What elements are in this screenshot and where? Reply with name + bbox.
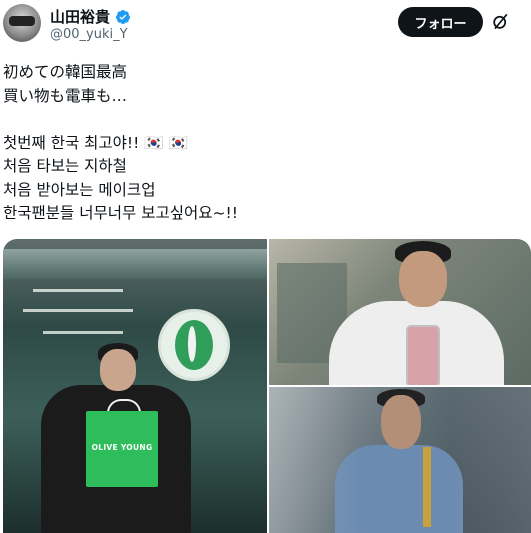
tweet-line: 첫번째 한국 최고야!! 🇰🇷 🇰🇷 bbox=[3, 133, 188, 152]
ceiling-light bbox=[23, 309, 133, 312]
shopping-bag: OLIVE YOUNG bbox=[86, 411, 158, 487]
grok-icon[interactable] bbox=[491, 12, 510, 31]
tweet-text: 初めての韓国最高 買い物も電車も… 첫번째 한국 최고야!! 🇰🇷 🇰🇷 처음 … bbox=[3, 61, 523, 226]
tweet-line-gap bbox=[3, 108, 523, 132]
tweet-line: 한국팬분들 너무너무 보고싶어요~!! bbox=[3, 204, 238, 222]
person-head bbox=[100, 349, 136, 391]
bag-brand-text: OLIVE YOUNG bbox=[91, 443, 153, 452]
tweet-line: 처음 타보는 지하철 bbox=[3, 157, 127, 175]
person-face bbox=[399, 251, 447, 307]
profile-avatar[interactable] bbox=[3, 4, 41, 42]
olive-young-logo-icon bbox=[158, 309, 230, 381]
verified-badge-icon bbox=[116, 9, 131, 24]
motion-blur bbox=[269, 387, 531, 533]
media-grid: OLIVE YOUNG bbox=[3, 239, 531, 533]
photo-subway[interactable] bbox=[269, 387, 531, 533]
author-name-row: 山田裕貴 bbox=[50, 6, 131, 27]
follow-button[interactable]: フォロー bbox=[398, 7, 483, 37]
tweet-line: 初めての韓国最高 bbox=[3, 63, 128, 81]
tweet-line: 처음 받아보는 메이크업 bbox=[3, 180, 156, 199]
ceiling-light bbox=[43, 331, 123, 334]
ceiling-light bbox=[33, 289, 123, 292]
photo-olive-young[interactable]: OLIVE YOUNG bbox=[3, 239, 267, 533]
phone bbox=[406, 325, 440, 385]
avatar-sunglasses bbox=[9, 16, 35, 26]
author-display-name[interactable]: 山田裕貴 bbox=[50, 6, 110, 27]
photo-salon[interactable] bbox=[269, 239, 531, 385]
store-ceiling bbox=[3, 249, 267, 279]
author-handle[interactable]: @00_yuki_Y bbox=[50, 27, 128, 42]
tweet-line: 買い物も電車も… bbox=[3, 86, 128, 105]
